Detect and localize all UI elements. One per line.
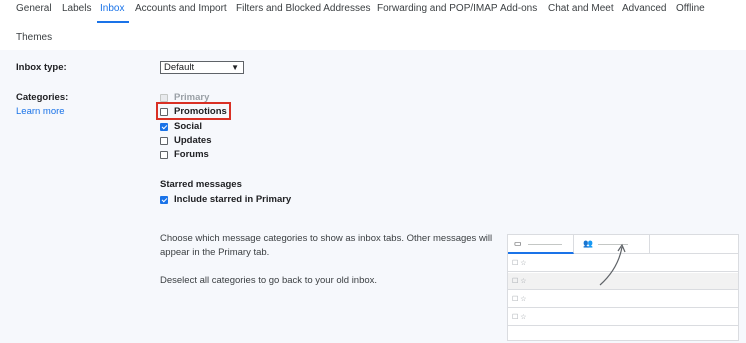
- include-starred-checkbox[interactable]: [160, 196, 168, 204]
- inbox-type-selected-value: Default: [164, 62, 195, 73]
- preview-primary-tab: ▭: [508, 235, 574, 254]
- tab-filters[interactable]: Filters and Blocked Addresses: [236, 3, 371, 14]
- tab-offline[interactable]: Offline: [676, 3, 705, 14]
- deselect-note: Deselect all categories to go back to yo…: [160, 275, 378, 286]
- inbox-icon: ▭: [514, 239, 522, 248]
- starred-messages-heading: Starred messages: [160, 179, 242, 190]
- curved-arrow-icon: [599, 243, 626, 286]
- tab-themes[interactable]: Themes: [16, 32, 52, 43]
- categories-description: Choose which message categories to show …: [160, 232, 492, 260]
- updates-checkbox[interactable]: [160, 137, 168, 145]
- categories-label: Categories:: [16, 92, 69, 103]
- forums-checkbox[interactable]: [160, 151, 168, 159]
- primary-checkbox: [160, 94, 168, 102]
- chevron-down-icon: ▼: [231, 63, 239, 72]
- description-line-2: appear in the Primary tab.: [160, 247, 270, 258]
- settings-tabs: General Labels Inbox Accounts and Import…: [0, 0, 746, 50]
- tab-add-ons[interactable]: Add-ons: [500, 3, 537, 14]
- inbox-tabs-preview: ▭ 👥 ☐ ☆ ☐ ☆ ☐ ☆ ☐ ☆: [507, 234, 739, 341]
- tab-general[interactable]: General: [16, 3, 52, 14]
- tab-accounts-and-import[interactable]: Accounts and Import: [135, 3, 227, 14]
- active-tab-indicator: [97, 21, 129, 23]
- description-line-1: Choose which message categories to show …: [160, 233, 493, 244]
- social-checkbox[interactable]: [160, 123, 168, 131]
- forums-label: Forums: [174, 149, 209, 160]
- learn-more-link[interactable]: Learn more: [16, 106, 65, 117]
- preview-row: ☐ ☆: [508, 291, 738, 308]
- tab-chat-and-meet[interactable]: Chat and Meet: [548, 3, 614, 14]
- tab-forwarding[interactable]: Forwarding and POP/IMAP: [377, 3, 498, 14]
- tab-inbox[interactable]: Inbox: [100, 3, 124, 14]
- inbox-type-label: Inbox type:: [16, 62, 67, 73]
- preview-tab-line: [528, 244, 562, 245]
- inbox-type-select[interactable]: Default ▼: [160, 61, 244, 74]
- updates-label: Updates: [174, 135, 212, 146]
- promotions-highlight-box: [156, 102, 231, 120]
- tab-labels[interactable]: Labels: [62, 3, 91, 14]
- preview-row: ☐ ☆: [508, 309, 738, 326]
- social-label: Social: [174, 121, 202, 132]
- tab-advanced[interactable]: Advanced: [622, 3, 666, 14]
- include-starred-label: Include starred in Primary: [174, 194, 292, 205]
